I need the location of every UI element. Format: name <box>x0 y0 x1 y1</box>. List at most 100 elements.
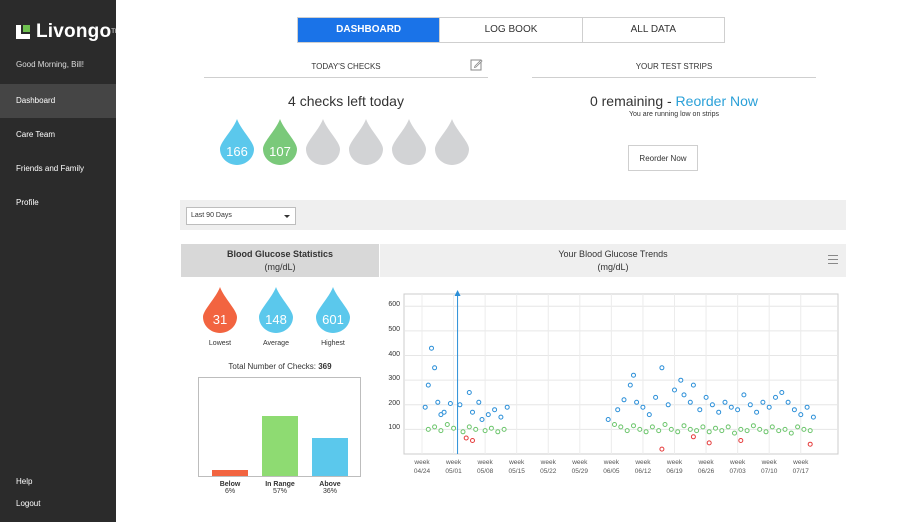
glucose-point[interactable] <box>457 402 463 408</box>
glucose-point[interactable] <box>678 377 684 383</box>
glucose-point[interactable] <box>634 399 640 405</box>
glucose-point[interactable] <box>495 429 501 435</box>
glucose-point[interactable] <box>773 394 778 400</box>
glucose-point[interactable] <box>438 428 444 434</box>
glucose-point[interactable] <box>492 407 498 413</box>
glucose-point[interactable] <box>782 426 788 432</box>
glucose-point[interactable] <box>681 423 687 429</box>
glucose-point[interactable] <box>451 425 457 431</box>
glucose-point[interactable] <box>690 434 696 440</box>
glucose-point[interactable] <box>624 428 630 434</box>
glucose-point[interactable] <box>485 412 491 418</box>
glucose-point[interactable] <box>807 441 813 447</box>
glucose-point[interactable] <box>735 407 741 413</box>
glucose-point[interactable] <box>662 422 668 427</box>
glucose-point[interactable] <box>649 424 655 430</box>
glucose-point[interactable] <box>605 417 611 422</box>
glucose-point[interactable] <box>757 426 763 432</box>
glucose-point[interactable] <box>791 407 797 413</box>
glucose-point[interactable] <box>741 392 747 398</box>
glucose-point[interactable] <box>804 404 810 410</box>
glucose-point[interactable] <box>615 407 621 413</box>
glucose-point[interactable] <box>470 409 475 415</box>
glucose-point[interactable] <box>665 402 671 408</box>
glucose-point[interactable] <box>706 440 712 446</box>
glucose-point[interactable] <box>744 428 750 434</box>
glucose-point[interactable] <box>612 422 617 427</box>
glucose-point[interactable] <box>694 428 700 434</box>
glucose-point[interactable] <box>656 428 662 434</box>
glucose-point[interactable] <box>637 426 643 432</box>
glucose-point[interactable] <box>668 426 674 432</box>
glucose-point[interactable] <box>425 382 431 388</box>
glucose-point[interactable] <box>653 394 659 400</box>
glucose-point[interactable] <box>438 412 444 418</box>
glucose-point[interactable] <box>482 428 488 434</box>
glucose-point[interactable] <box>476 399 482 405</box>
glucose-point[interactable] <box>760 399 766 405</box>
glucose-point[interactable] <box>788 430 794 436</box>
glucose-point[interactable] <box>463 435 469 441</box>
glucose-point[interactable] <box>646 412 652 418</box>
glucose-point[interactable] <box>713 425 718 431</box>
glucose-point[interactable] <box>631 423 636 429</box>
glucose-point[interactable] <box>769 424 775 430</box>
glucose-point[interactable] <box>681 392 687 398</box>
glucose-point[interactable] <box>618 424 624 430</box>
glucose-point[interactable] <box>659 365 665 371</box>
glucose-point[interactable] <box>732 430 737 436</box>
glucose-point[interactable] <box>460 429 466 435</box>
glucose-point[interactable] <box>659 446 665 452</box>
glucose-point[interactable] <box>627 382 633 388</box>
glucose-point[interactable] <box>447 401 453 406</box>
glucose-point[interactable] <box>621 397 627 403</box>
glucose-point[interactable] <box>795 424 801 430</box>
glucose-point[interactable] <box>444 422 450 427</box>
glucose-point[interactable] <box>810 414 816 420</box>
glucose-point[interactable] <box>766 404 772 410</box>
glucose-point[interactable] <box>473 426 479 432</box>
glucose-point[interactable] <box>690 382 696 388</box>
glucose-point[interactable] <box>719 428 725 434</box>
glucose-point[interactable] <box>470 438 475 443</box>
glucose-point[interactable] <box>432 424 438 430</box>
glucose-point[interactable] <box>631 372 636 378</box>
glucose-point[interactable] <box>750 423 756 429</box>
glucose-point[interactable] <box>754 409 760 415</box>
marker-arrow-icon[interactable] <box>454 290 461 296</box>
glucose-point[interactable] <box>728 404 734 410</box>
glucose-point[interactable] <box>722 399 728 405</box>
glucose-point[interactable] <box>432 365 438 371</box>
glucose-point[interactable] <box>504 404 510 410</box>
glucose-point[interactable] <box>709 402 715 408</box>
glucose-point[interactable] <box>716 409 722 415</box>
glucose-point[interactable] <box>738 426 744 432</box>
glucose-point[interactable] <box>479 417 485 422</box>
glucose-point[interactable] <box>429 345 434 351</box>
glucose-point[interactable] <box>807 428 813 434</box>
glucose-point[interactable] <box>672 387 677 393</box>
glucose-point[interactable] <box>697 407 703 413</box>
glucose-point[interactable] <box>466 390 472 395</box>
glucose-point[interactable] <box>785 399 791 405</box>
glucose-point[interactable] <box>703 394 709 400</box>
glucose-point[interactable] <box>488 425 494 431</box>
glucose-point[interactable] <box>643 429 649 435</box>
glucose-point[interactable] <box>706 429 712 435</box>
glucose-point[interactable] <box>687 399 693 405</box>
glucose-point[interactable] <box>798 412 804 418</box>
glucose-point[interactable] <box>640 404 646 410</box>
glucose-point[interactable] <box>435 399 441 405</box>
glucose-point[interactable] <box>801 426 807 432</box>
glucose-point[interactable] <box>498 414 504 420</box>
glucose-point[interactable] <box>747 402 753 408</box>
glucose-point[interactable] <box>687 426 693 432</box>
glucose-point[interactable] <box>700 424 706 430</box>
glucose-point[interactable] <box>675 429 681 435</box>
glucose-point[interactable] <box>779 390 785 395</box>
glucose-point[interactable] <box>422 404 428 410</box>
glucose-point[interactable] <box>776 428 782 434</box>
glucose-point[interactable] <box>501 426 507 432</box>
glucose-point[interactable] <box>725 424 731 430</box>
glucose-point[interactable] <box>763 429 769 435</box>
